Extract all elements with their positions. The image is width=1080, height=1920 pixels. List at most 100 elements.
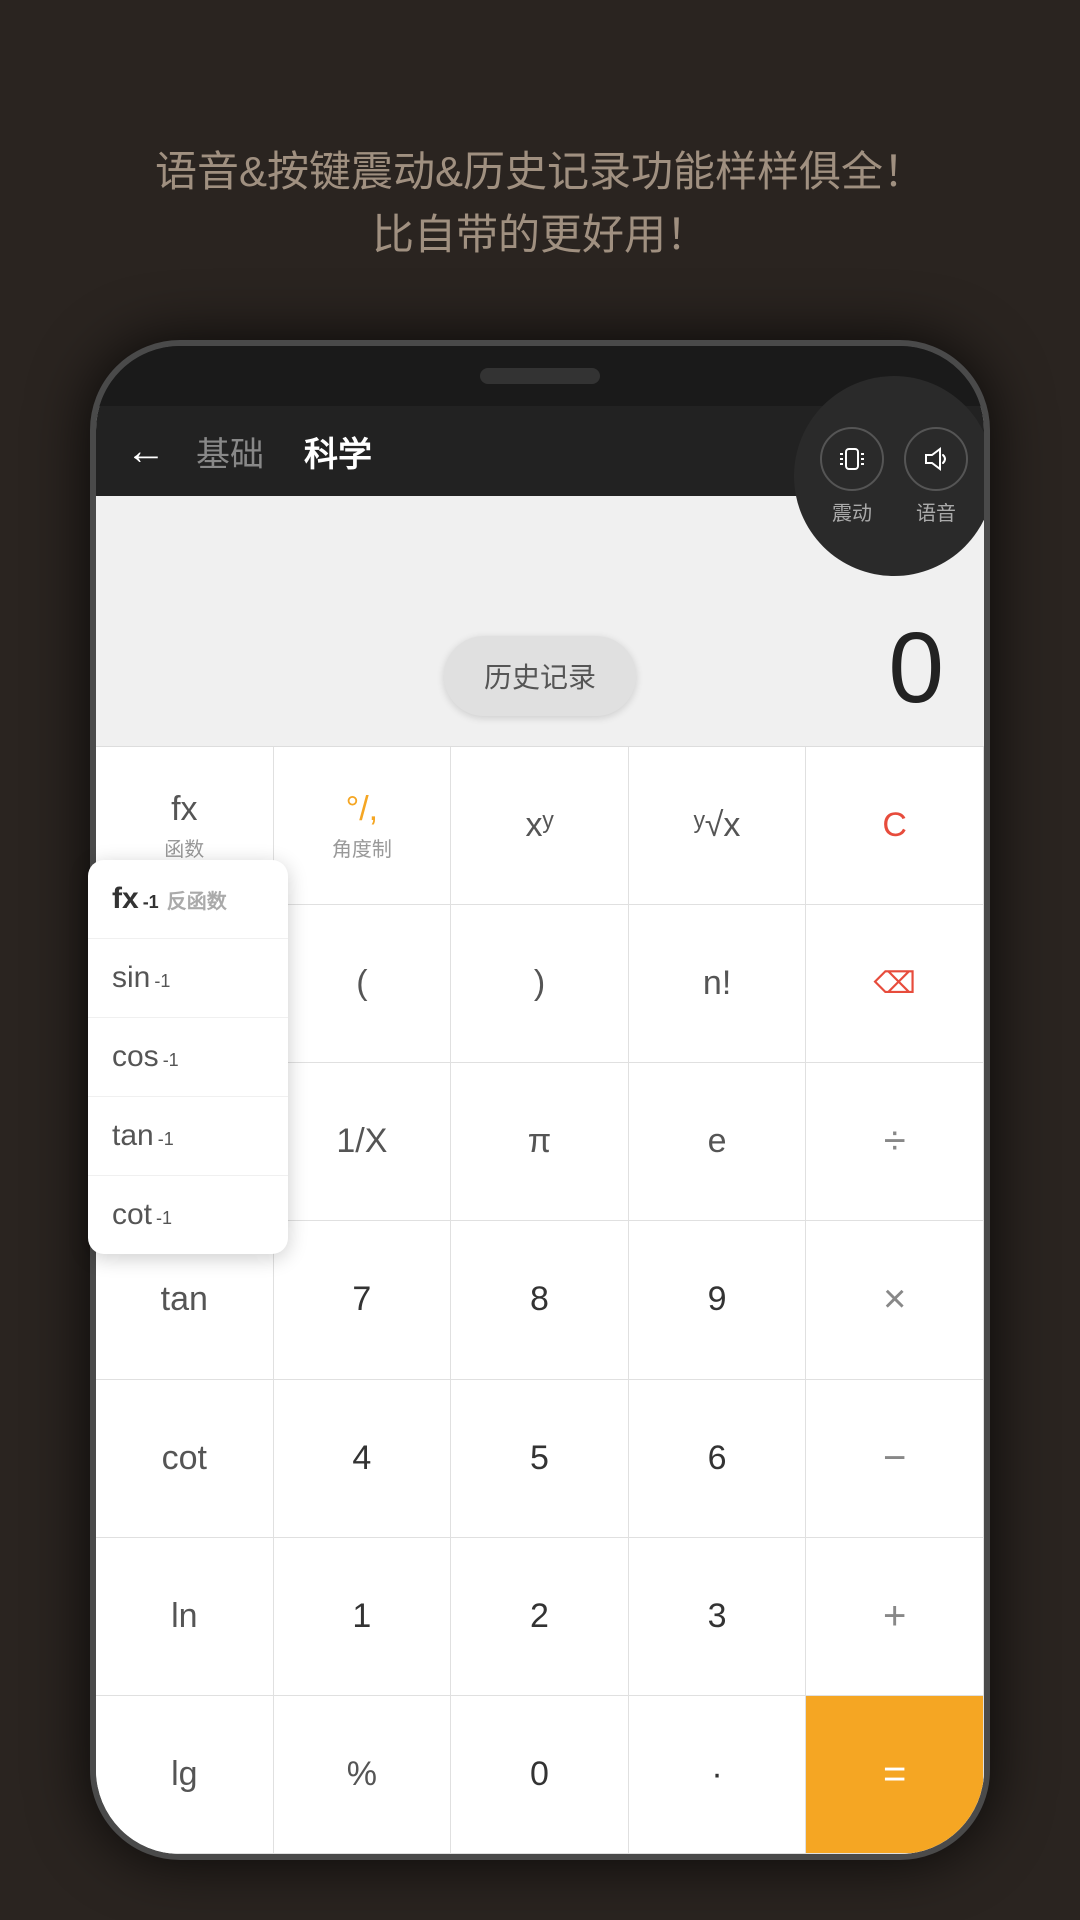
key-5-r4c2[interactable]: 5 — [451, 1380, 629, 1538]
key-_-r1c4[interactable]: ⌫ — [806, 905, 984, 1063]
key-main-label: C — [882, 806, 907, 845]
key-main-label: n! — [703, 964, 731, 1003]
key-main-label: xʸ — [526, 806, 554, 845]
side-menu-sup: -1 — [154, 971, 170, 992]
key-main-label: 8 — [530, 1280, 549, 1319]
side-menu-label: sin — [112, 961, 150, 995]
side-menu-item-1[interactable]: sin-1 — [88, 939, 288, 1018]
key-_-r2c4[interactable]: ÷ — [806, 1063, 984, 1221]
key-main-label: 6 — [708, 1439, 727, 1478]
key-main-label: °/, — [346, 790, 379, 829]
key-main-label: 1 — [352, 1597, 371, 1636]
key-_-r3c4[interactable]: × — [806, 1221, 984, 1379]
key-3-r5c3[interactable]: 3 — [629, 1538, 807, 1696]
key-main-label: ÷ — [884, 1119, 906, 1164]
key-main-label: − — [883, 1436, 906, 1481]
key-main-label: × — [883, 1277, 906, 1322]
key-8-r3c2[interactable]: 8 — [451, 1221, 629, 1379]
side-menu-sublabel: 反函数 — [167, 885, 227, 914]
key-_-r6c4[interactable]: = — [806, 1696, 984, 1854]
key-main-label: tan — [161, 1280, 208, 1319]
key-_-r6c1[interactable]: % — [274, 1696, 452, 1854]
key-sub-label: 函数 — [164, 833, 204, 862]
side-menu-label: cot — [112, 1198, 152, 1232]
key-sub-label: 角度制 — [332, 833, 392, 862]
phone-speaker — [480, 368, 600, 384]
key-e-r2c3[interactable]: e — [629, 1063, 807, 1221]
side-menu-sup: -1 — [156, 1208, 172, 1229]
key-1-r5c1[interactable]: 1 — [274, 1538, 452, 1696]
tab-basic[interactable]: 基础 — [196, 427, 264, 476]
key-1_X-r2c1[interactable]: 1/X — [274, 1063, 452, 1221]
key-lg-r6c0[interactable]: lg — [96, 1696, 274, 1854]
key-x_-r0c2[interactable]: xʸ — [451, 747, 629, 905]
key-cot-r4c0[interactable]: cot — [96, 1380, 274, 1538]
key-_-r5c4[interactable]: + — [806, 1538, 984, 1696]
side-menu: fx-1反函数sin-1cos-1tan-1cot-1 — [88, 860, 288, 1254]
key-2-r5c2[interactable]: 2 — [451, 1538, 629, 1696]
key-0-r6c2[interactable]: 0 — [451, 1696, 629, 1854]
key-9-r3c3[interactable]: 9 — [629, 1221, 807, 1379]
key-6-r4c3[interactable]: 6 — [629, 1380, 807, 1538]
key-_-r6c3[interactable]: · — [629, 1696, 807, 1854]
key-main-label: ( — [356, 964, 367, 1003]
key-___-r0c1[interactable]: °/, 角度制 — [274, 747, 452, 905]
key-C-r0c4[interactable]: C — [806, 747, 984, 905]
side-menu-item-2[interactable]: cos-1 — [88, 1018, 288, 1097]
key-main-label: e — [708, 1122, 727, 1161]
key-main-label: lg — [171, 1755, 197, 1794]
key-main-label: % — [347, 1755, 377, 1794]
side-menu-item-4[interactable]: cot-1 — [88, 1176, 288, 1254]
promo-line1: 语音&按键震动&历史记录功能样样俱全！ — [60, 140, 1020, 203]
vibrate-icon — [820, 427, 884, 491]
key-main-label: 4 — [352, 1439, 371, 1478]
key-main-label: + — [883, 1594, 906, 1639]
side-menu-item-0[interactable]: fx-1 反函数 — [88, 860, 288, 939]
side-menu-sup: -1 — [163, 1050, 179, 1071]
sound-button[interactable]: 语音 — [904, 427, 968, 526]
sound-label: 语音 — [916, 497, 956, 526]
key-7-r3c1[interactable]: 7 — [274, 1221, 452, 1379]
key-n_-r1c3[interactable]: n! — [629, 905, 807, 1063]
history-button[interactable]: 历史记录 — [444, 636, 636, 716]
display-value: 0 — [888, 611, 944, 726]
side-menu-item-3[interactable]: tan-1 — [88, 1097, 288, 1176]
key-main-label: 9 — [708, 1280, 727, 1319]
key-4-r4c1[interactable]: 4 — [274, 1380, 452, 1538]
side-menu-label: cos — [112, 1040, 159, 1074]
side-menu-sup: -1 — [143, 892, 159, 913]
tab-science[interactable]: 科学 — [304, 427, 372, 476]
key-main-label: · — [711, 1755, 722, 1794]
key-main-label: cot — [162, 1439, 207, 1478]
key-main-label: ⌫ — [873, 966, 915, 1001]
key-_-r2c2[interactable]: π — [451, 1063, 629, 1221]
key-main-label: 1/X — [336, 1122, 387, 1161]
nav-bar: ← 基础 科学 — [96, 406, 984, 496]
side-menu-sup: -1 — [158, 1129, 174, 1150]
key-_-r1c2[interactable]: ) — [451, 905, 629, 1063]
key-_-r1c1[interactable]: ( — [274, 905, 452, 1063]
promo-line2: 比自带的更好用！ — [60, 203, 1020, 266]
key-main-label: 5 — [530, 1439, 549, 1478]
key-main-label: = — [883, 1752, 906, 1797]
key-main-label: 2 — [530, 1597, 549, 1636]
back-button[interactable]: ← — [126, 429, 166, 474]
side-menu-label: tan — [112, 1119, 154, 1153]
key-main-label: 3 — [708, 1597, 727, 1636]
vibrate-label: 震动 — [832, 497, 872, 526]
vibrate-button[interactable]: 震动 — [820, 427, 884, 526]
sound-icon — [904, 427, 968, 491]
key-main-label: π — [528, 1122, 551, 1161]
key-ln-r5c0[interactable]: ln — [96, 1538, 274, 1696]
key-main-label: fx — [171, 790, 197, 829]
key-__x-r0c3[interactable]: ʸ√x — [629, 747, 807, 905]
side-menu-label: fx — [112, 882, 139, 916]
nav-icons-panel: 震动 语音 — [794, 376, 990, 576]
key-main-label: ʸ√x — [694, 806, 741, 845]
key-main-label: 0 — [530, 1755, 549, 1794]
key-main-label: ) — [534, 964, 545, 1003]
key-main-label: ln — [171, 1597, 197, 1636]
promo-text: 语音&按键震动&历史记录功能样样俱全！ 比自带的更好用！ — [0, 140, 1080, 266]
key-_-r4c4[interactable]: − — [806, 1380, 984, 1538]
key-main-label: 7 — [352, 1280, 371, 1319]
